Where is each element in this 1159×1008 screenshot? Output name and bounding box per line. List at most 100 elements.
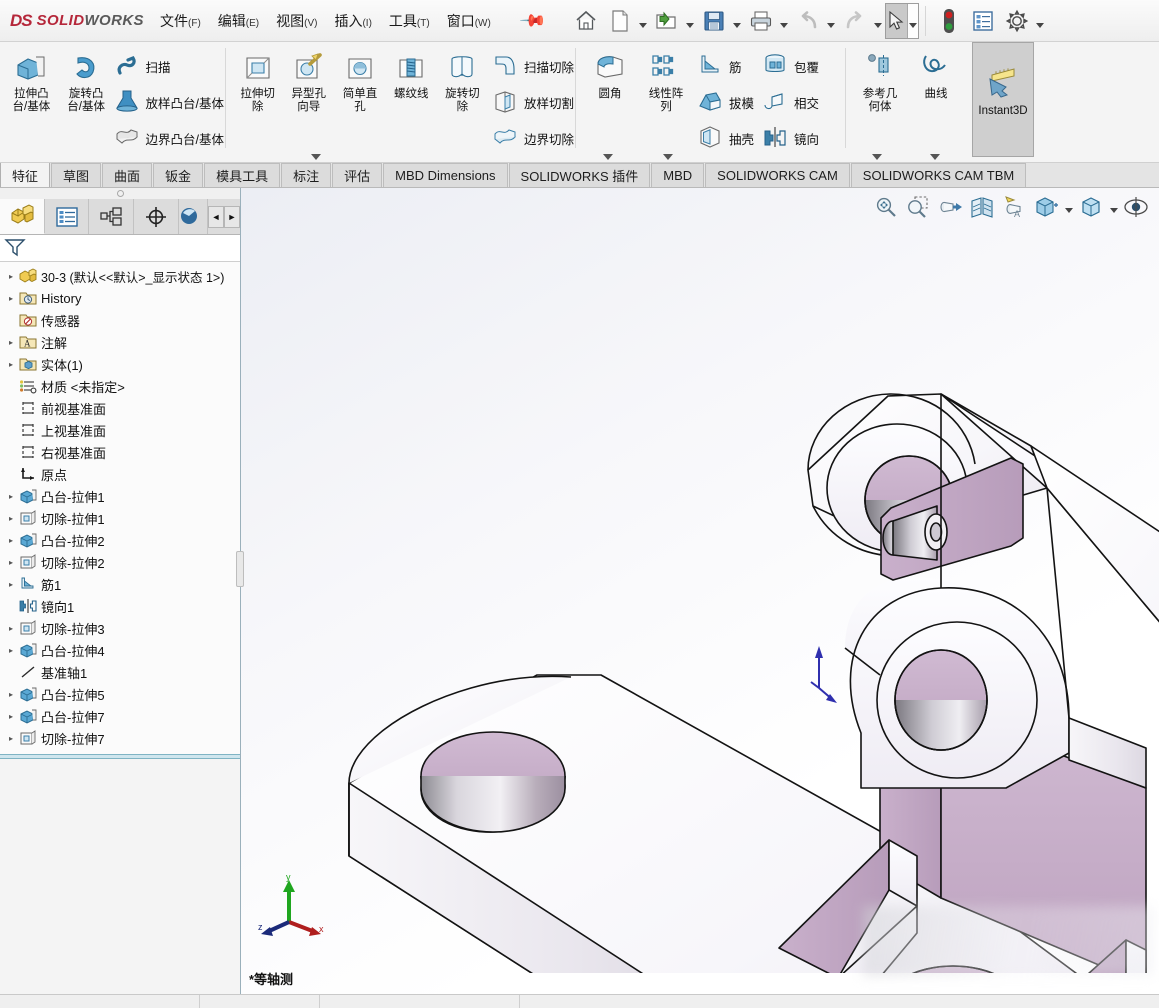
select-arrow-icon[interactable] (886, 4, 908, 38)
save-icon[interactable] (697, 4, 731, 38)
expand-arrow-icon[interactable]: ▸ (4, 734, 18, 743)
panel-grip-handle[interactable] (0, 188, 240, 199)
tab-sketch[interactable]: 草图 (51, 163, 101, 187)
expand-arrow-icon[interactable]: ▸ (4, 558, 18, 567)
section-view-icon[interactable] (967, 192, 997, 222)
tree-item[interactable]: ▸凸台-拉伸2 (0, 529, 240, 551)
intersect-button[interactable]: 相交 (762, 87, 819, 117)
tree-item[interactable]: ▸凸台-拉伸7 (0, 705, 240, 727)
menu-tools[interactable]: 工具(T) (389, 11, 430, 31)
zoom-to-fit-icon[interactable] (871, 192, 901, 222)
tree-item[interactable]: 镜向1 (0, 595, 240, 617)
tree-item[interactable]: 原点 (0, 463, 240, 485)
tab-annotation[interactable]: 标注 (281, 163, 331, 187)
gear-caret-icon[interactable] (1034, 4, 1047, 38)
expand-arrow-icon[interactable]: ▸ (4, 360, 18, 369)
tree-item[interactable]: ▸切除-拉伸2 (0, 551, 240, 573)
rebuild-traffic-light-icon[interactable] (932, 4, 966, 38)
undo-caret-icon[interactable] (825, 4, 838, 38)
expand-arrow-icon[interactable]: ▸ (4, 690, 18, 699)
hole-wizard-dropdown-caret-icon[interactable] (286, 154, 346, 160)
menu-view[interactable]: 视图(V) (276, 11, 317, 31)
gear-settings-icon[interactable] (1000, 4, 1034, 38)
menu-insert[interactable]: 插入(I) (334, 11, 371, 31)
display-manager-tab[interactable] (179, 199, 208, 234)
tree-item[interactable]: ▸A注解 (0, 331, 240, 353)
root-expand-arrow-icon[interactable]: ▸ (4, 272, 18, 281)
draft-button[interactable]: 拔模 (697, 87, 754, 117)
revolve-cut-button[interactable]: 旋转切 除 (437, 45, 488, 114)
tree-item[interactable]: 前视基准面 (0, 397, 240, 419)
pushpin-icon[interactable]: 📌 (518, 6, 547, 35)
boundary-boss-button[interactable]: 边界凸台/基体 (114, 123, 224, 153)
linear-pattern-button[interactable]: 线性阵 列 (638, 45, 694, 114)
options-list-icon[interactable] (966, 4, 1000, 38)
new-document-icon[interactable] (603, 4, 637, 38)
expand-arrow-icon[interactable]: ▸ (4, 536, 18, 545)
curves-button[interactable]: 曲线 (908, 45, 964, 101)
wrap-button[interactable]: 包覆 (762, 51, 819, 81)
apply-scene-icon[interactable] (1121, 192, 1151, 222)
tree-item[interactable]: ▸凸台-拉伸1 (0, 485, 240, 507)
expand-arrow-icon[interactable]: ▸ (4, 580, 18, 589)
select-arrow-button[interactable] (885, 3, 919, 39)
tab-sheetmetal[interactable]: 钣金 (153, 163, 203, 187)
tree-item[interactable]: ▸凸台-拉伸5 (0, 683, 240, 705)
undo-icon[interactable] (791, 4, 825, 38)
tree-item[interactable]: 材质 <未指定> (0, 375, 240, 397)
tree-item[interactable]: ▸实体(1) (0, 353, 240, 375)
sweep-cut-button[interactable]: 扫描切除 (492, 51, 574, 81)
reference-group-dropdown-carets[interactable] (848, 154, 964, 160)
zoom-to-area-icon[interactable] (903, 192, 933, 222)
view-orientation-icon[interactable]: A (999, 192, 1029, 222)
expand-arrow-icon[interactable]: ▸ (4, 646, 18, 655)
print-caret-icon[interactable] (778, 4, 791, 38)
tree-root-item[interactable]: ▸ 30-3 (默认<<默认>_显示状态 1>) (0, 265, 240, 287)
tab-features[interactable]: 特征 (0, 162, 50, 187)
open-folder-icon[interactable] (650, 4, 684, 38)
feature-tree-filter[interactable] (0, 235, 240, 262)
tree-item[interactable]: ▸History (0, 287, 240, 309)
select-arrow-caret-icon[interactable] (908, 4, 918, 38)
hide-show-caret-icon[interactable] (1108, 192, 1119, 222)
new-document-caret-icon[interactable] (637, 4, 650, 38)
revolve-boss-button[interactable]: 旋转凸 台/基体 (59, 45, 114, 114)
tab-surfaces[interactable]: 曲面 (102, 163, 152, 187)
boundary-cut-button[interactable]: 边界切除 (492, 123, 574, 153)
featuremanager-design-tree-tab[interactable] (0, 199, 45, 234)
panel-splitter-handle[interactable] (236, 551, 244, 587)
tree-item[interactable]: ▸切除-拉伸3 (0, 617, 240, 639)
tab-mbd[interactable]: MBD (651, 163, 704, 187)
tree-item[interactable]: 上视基准面 (0, 419, 240, 441)
tab-mbd-dimensions[interactable]: MBD Dimensions (383, 163, 507, 187)
tab-nav-next-button[interactable]: ► (224, 206, 240, 228)
graphics-viewport[interactable]: A (241, 188, 1159, 994)
display-style-icon[interactable] (1031, 192, 1061, 222)
tab-nav-prev-button[interactable]: ◄ (208, 206, 224, 228)
home-icon[interactable] (569, 4, 603, 38)
tree-item[interactable]: ▸切除-拉伸7 (0, 727, 240, 749)
loft-cut-button[interactable]: 放样切割 (492, 87, 574, 117)
tree-item[interactable]: ▸切除-拉伸1 (0, 507, 240, 529)
thread-button[interactable]: 螺纹线 (386, 45, 437, 101)
hide-show-items-icon[interactable] (1076, 192, 1106, 222)
tree-item[interactable]: ▸凸台-拉伸4 (0, 639, 240, 661)
tab-evaluate[interactable]: 评估 (332, 163, 382, 187)
expand-arrow-icon[interactable]: ▸ (4, 514, 18, 523)
previous-view-icon[interactable] (935, 192, 965, 222)
print-icon[interactable] (744, 4, 778, 38)
simple-hole-button[interactable]: 简单直 孔 (334, 45, 385, 114)
tree-item[interactable]: 右视基准面 (0, 441, 240, 463)
tab-solidworks-addins[interactable]: SOLIDWORKS 插件 (509, 163, 651, 187)
configuration-manager-tab[interactable] (89, 199, 134, 234)
dimxpert-manager-tab[interactable] (134, 199, 179, 234)
mirror-button[interactable]: 镜向 (762, 123, 819, 153)
open-caret-icon[interactable] (684, 4, 697, 38)
tree-item[interactable]: 传感器 (0, 309, 240, 331)
hole-wizard-button[interactable]: 异型孔 向导 (283, 45, 334, 114)
feature-group-dropdown-carets[interactable] (578, 154, 698, 160)
feature-tree-filter-input[interactable] (26, 237, 240, 259)
menu-edit[interactable]: 编辑(E) (218, 11, 259, 31)
tab-mold-tools[interactable]: 模具工具 (204, 163, 280, 187)
shell-button[interactable]: 抽壳 (697, 123, 754, 153)
